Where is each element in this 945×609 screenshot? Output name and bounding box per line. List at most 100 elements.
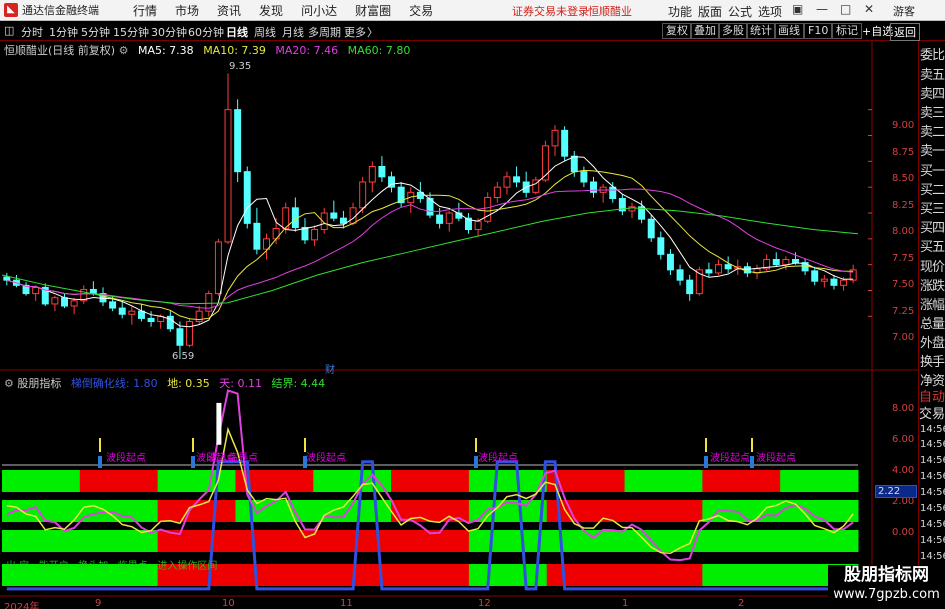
event-marker[interactable]: 财 [325,361,335,376]
candle-body [445,212,453,224]
side-buy4: 买四 [920,221,945,236]
main-chart-header: 恒顺醋业(日线 前复权) ⚙ MA5: 7.38 MA10: 7.39 MA20… [4,42,410,58]
candle-body [234,109,242,173]
ma10-label: MA10: 7.39 [203,44,266,57]
indicator-zone-block [624,470,703,492]
candle-body [147,317,155,322]
candle-body [349,207,357,224]
candle-body [51,297,59,305]
price-tick: 8.25 [892,200,915,211]
settings-icon[interactable]: ⚙ [4,377,14,390]
signal-marker-bar [750,456,754,468]
indicator-current-value: 2.22 [875,485,917,498]
candle-body [647,218,655,239]
candle-body [503,176,511,188]
indicator-zone-block [780,470,859,492]
indicator-zone-block [79,500,159,522]
candle-body [368,166,376,183]
candle-body [176,328,184,346]
candle-body [224,109,232,243]
candle-body [666,253,674,271]
indicator-zone-block [313,470,392,492]
trade-label[interactable]: 交易 [919,403,945,422]
side-turnover: 换手 [920,355,945,370]
candle-body [378,166,386,178]
indicator-tick: 8.00 [892,403,915,414]
x-axis-label: 12 [478,598,491,609]
x-axis-label: 11 [340,598,353,609]
x-axis-label: 9 [95,598,102,609]
low-price-label: 6.59 [172,351,195,362]
x-axis-label: 2024年 [4,602,40,609]
indicator-tian-label: 天: 0.11 [219,377,262,390]
side-sell3: 卖三 [920,106,945,121]
indicator-zone-block [391,470,470,492]
candle-body [820,278,828,282]
candle-body [686,279,694,295]
watermark-title: 股朋指标网 [844,565,929,585]
settings-icon[interactable]: ⚙ [119,44,129,57]
candle-body [580,171,588,183]
indicator-spike-bar [216,402,222,445]
side-price: 现价 [920,260,945,275]
candle-body [272,228,280,240]
price-tick: 8.00 [892,226,915,237]
candle-body [484,197,492,222]
candle-body [811,270,819,282]
candle-body [70,300,78,307]
kline-chart[interactable] [0,0,945,609]
side-buy1: 买一 [920,164,945,179]
price-tick: 8.50 [892,173,915,184]
candle-body [137,310,145,319]
tick-time: 14:56 [920,487,945,498]
indicator-tick: 0.00 [892,527,915,538]
indicator-zone-block [157,470,236,492]
candle-body [840,279,848,286]
indicator-zone-block [2,470,81,492]
x-axis-label: 2 [738,598,745,609]
indicator-footnote: 出 宝 · 能开启 · 换头加 · 临界点 · 进入操作区间 [6,561,218,572]
high-price-label: 9.35 [229,61,252,72]
tick-time: 14:56 [920,424,945,435]
x-axis-label: 1 [622,598,629,609]
candlesticks [3,73,857,359]
indicator-zone-block [79,530,159,552]
side-sell5: 卖五 [920,68,945,83]
candle-body [339,217,347,224]
signal-label: 波段起点 [756,453,796,464]
price-tick: 7.25 [892,306,915,317]
candle-body [676,269,684,281]
candle-body [311,229,319,241]
price-tick: 7.75 [892,253,915,264]
indicator-title: 股朋指标 [17,377,62,390]
indicator-zone-block [79,470,159,492]
signal-marker-bar [704,456,708,468]
signal-label: 波段起点 [710,453,750,464]
moving-average-lines [1,156,859,328]
tick-time: 14:56 [920,535,945,546]
candle-body [609,186,617,200]
indicator-zone-block [546,564,626,586]
price-tick: 7.50 [892,279,915,290]
indicator-zone-block [391,564,470,586]
side-sell1: 卖一 [920,144,945,159]
candle-body [493,186,501,199]
candle-body [561,129,569,157]
candle-body [128,310,136,315]
indicator-zone-block [780,530,859,552]
indicator-tick: 6.00 [892,434,915,445]
candle-body [782,259,790,266]
candle-body [474,220,482,231]
tick-time: 14:56 [920,439,945,450]
side-volume: 总量 [920,317,945,332]
indicator-zone-block [468,470,548,492]
ma60-line [1,207,859,305]
candle-body [657,237,665,255]
indicator-zone-block [468,530,548,552]
candle-body [359,181,367,209]
tick-time: 14:56 [920,455,945,466]
price-tick: 9.00 [892,120,915,131]
indicator-zone-block [624,564,703,586]
candle-body [513,176,521,183]
candle-body [792,259,799,264]
